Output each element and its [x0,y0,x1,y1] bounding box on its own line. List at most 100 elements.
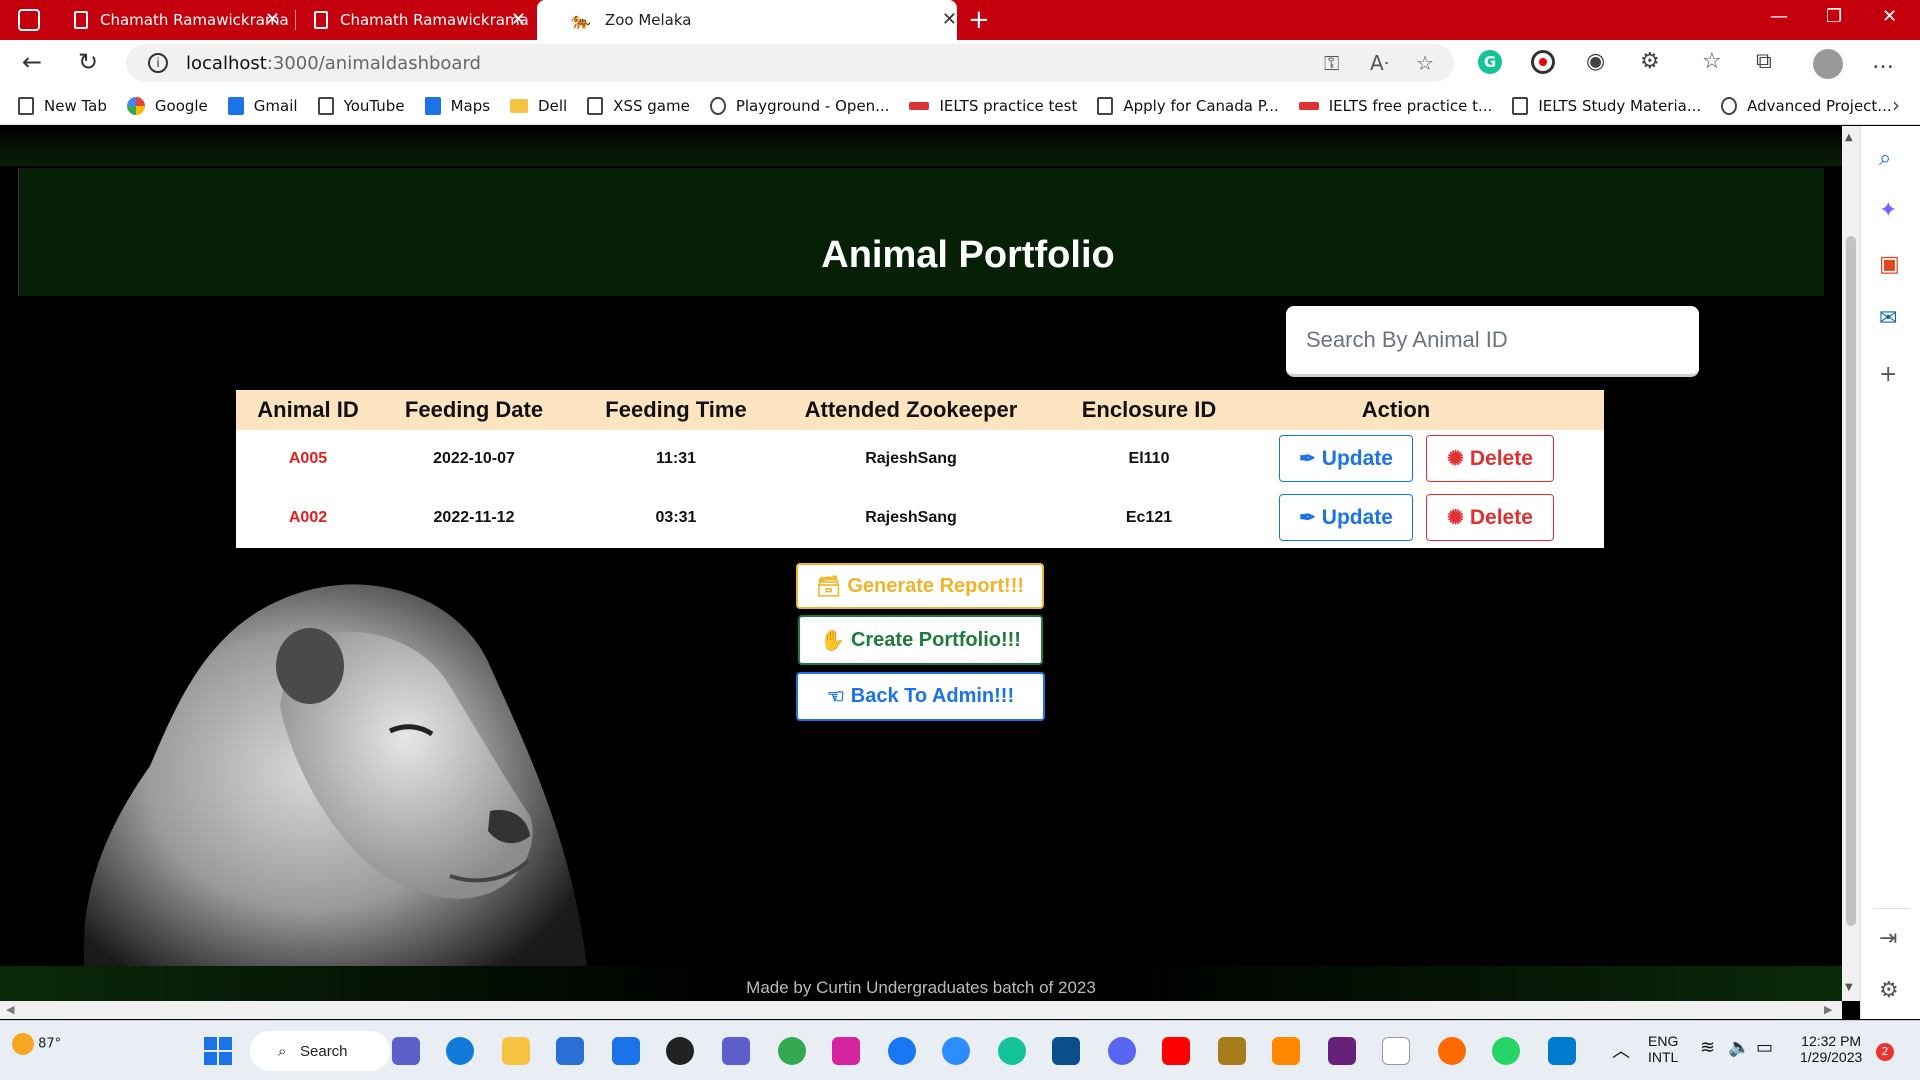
add-icon[interactable]: + [1879,362,1897,387]
profile-avatar[interactable] [1813,49,1843,79]
tab-chamath-1[interactable]: Chamath Ramawickrama ✕ [60,0,290,40]
tab-actions-icon[interactable] [18,9,40,31]
file-explorer-icon[interactable] [502,1037,530,1065]
generate-report-button[interactable]: 🗃 Generate Report!!! [796,563,1044,609]
record-icon[interactable] [1531,50,1555,74]
teams-meet-icon[interactable] [392,1037,420,1065]
bookmark-youtube[interactable]: YouTube [317,96,405,115]
collections-icon[interactable]: ⧉ [1756,49,1772,74]
vscode-icon[interactable] [1548,1037,1576,1065]
dell-icon[interactable] [666,1037,694,1065]
bookmark-xss-game[interactable]: XSS game [587,96,690,115]
extension-cookie-icon[interactable]: ◉ [1586,49,1605,74]
tab-chamath-2[interactable]: Chamath Ramawickrama ✕ [300,0,536,40]
new-tab-icon[interactable]: + [968,5,990,35]
search-box[interactable] [1286,306,1699,377]
chevron-right-icon[interactable]: › [1892,93,1900,117]
notification-badge[interactable]: 2 [1876,1043,1894,1061]
mail-icon[interactable] [612,1037,640,1065]
taskbar-search[interactable]: ⌕ Search [250,1031,390,1071]
teams-icon[interactable] [722,1037,750,1065]
chrome-icon[interactable] [778,1037,806,1065]
table-header: Animal ID Feeding Date Feeding Time Atte… [236,390,1604,430]
battery-icon[interactable]: ▭ [1756,1037,1773,1058]
bookmark-ielts-free[interactable]: IELTS free practice t... [1298,97,1492,115]
zoom-icon[interactable] [942,1037,970,1065]
scroll-thumb[interactable] [1846,236,1856,926]
vlc-icon[interactable] [1272,1037,1300,1065]
bookmark-advanced-project[interactable]: Advanced Project... [1721,96,1892,115]
bookmark-google[interactable]: Google [126,96,208,115]
read-aloud-icon[interactable]: Aᐧ [1370,51,1389,75]
sun-icon [12,1033,34,1055]
close-icon[interactable]: ✕ [511,9,526,30]
url-text[interactable]: localhost:3000/animaldashboard [186,53,481,74]
favorite-add-icon[interactable]: ☆ [1416,51,1434,75]
close-window-icon[interactable]: ✕ [1882,6,1897,27]
address-bar[interactable]: i localhost:3000/animaldashboard ⚿ Aᐧ ☆ [126,44,1454,82]
instagram-icon[interactable] [832,1037,860,1065]
facebook-icon[interactable] [888,1037,916,1065]
create-portfolio-button[interactable]: ✋ Create Portfolio!!! [798,615,1043,665]
update-button[interactable]: ✒ Update [1279,435,1413,482]
search-input[interactable] [1286,306,1699,374]
bookmark-playground[interactable]: Playground - Open... [709,96,889,115]
grammarly-icon[interactable] [998,1037,1026,1065]
search-icon[interactable]: ⌕ [1879,146,1891,171]
bookmark-canada[interactable]: Apply for Canada P... [1097,96,1279,115]
bookmark-ielts-practice[interactable]: IELTS practice test [909,97,1077,115]
close-icon[interactable]: ✕ [942,9,957,30]
whatsapp-icon[interactable] [1492,1037,1520,1065]
office-icon[interactable]: ▣ [1879,252,1900,277]
refresh-icon[interactable]: ↻ [78,48,98,76]
bookmark-new-tab[interactable]: New Tab [18,96,107,115]
languagetool-icon[interactable] [1052,1037,1080,1065]
scroll-down-icon[interactable]: ▼ [1845,982,1853,993]
scroll-left-icon[interactable]: ◀ [6,1003,14,1016]
language-indicator[interactable]: ENG INTL [1648,1033,1678,1065]
chevron-up-icon[interactable]: ︿ [1612,1037,1630,1063]
clock[interactable]: 12:32 PM 1/29/2023 [1800,1033,1862,1065]
delete-button[interactable]: ✺ Delete [1426,494,1554,541]
info-icon[interactable]: i [148,53,168,73]
delete-button[interactable]: ✺ Delete [1426,435,1554,482]
edge-icon[interactable] [446,1037,474,1065]
minimize-icon[interactable]: — [1770,6,1788,27]
visual-studio-icon[interactable] [1328,1037,1356,1065]
wifi-icon[interactable]: ≋ [1700,1037,1715,1058]
outlook-icon[interactable]: ✉ [1879,306,1897,331]
bookmark-gmail[interactable]: Gmail [227,96,298,115]
windows-start-icon[interactable] [204,1037,232,1065]
key-icon[interactable]: ⚿ [1324,51,1339,75]
restore-icon[interactable]: ❐ [1826,6,1842,27]
tab-divider [295,10,296,30]
extensions-icon[interactable]: ⚙ [1640,49,1660,74]
more-icon[interactable]: … [1872,49,1894,74]
home-icon[interactable] [1218,1037,1246,1065]
copilot-icon[interactable]: ✦ [1879,198,1897,223]
hide-sidebar-icon[interactable]: ⇥ [1879,926,1897,951]
close-icon[interactable]: ✕ [265,9,280,30]
back-icon[interactable]: ← [22,48,42,76]
youtube-icon[interactable] [1162,1037,1190,1065]
favorites-icon[interactable]: ☆ [1702,49,1722,74]
tab-zoo-melaka[interactable]: 🐅 Zoo Melaka ✕ [537,0,957,40]
bookmark-ielts-study[interactable]: IELTS Study Materia... [1512,96,1701,115]
vertical-scrollbar[interactable]: ▲ ▼ [1842,126,1860,1001]
horizontal-scrollbar[interactable]: ◀ ▶ [0,1001,1842,1019]
bookmark-maps[interactable]: Maps [424,96,490,115]
bookmark-dell[interactable]: Dell [510,97,567,115]
footer-text: Made by Curtin Undergraduates batch of 2… [746,978,1096,997]
back-to-admin-button[interactable]: ☜ Back To Admin!!! [796,672,1045,721]
gear-icon[interactable]: ⚙ [1879,978,1899,1003]
weather-widget[interactable]: 87° [12,1033,61,1055]
grammarly-icon[interactable]: G [1478,50,1502,74]
store-icon[interactable] [556,1037,584,1065]
discord-icon[interactable] [1108,1037,1136,1065]
volume-icon[interactable]: 🔈 [1728,1037,1750,1058]
update-button[interactable]: ✒ Update [1279,494,1413,541]
wikipedia-icon[interactable] [1382,1037,1410,1065]
scroll-up-icon[interactable]: ▲ [1845,132,1853,143]
scroll-right-icon[interactable]: ▶ [1824,1003,1832,1016]
postman-icon[interactable] [1438,1037,1466,1065]
